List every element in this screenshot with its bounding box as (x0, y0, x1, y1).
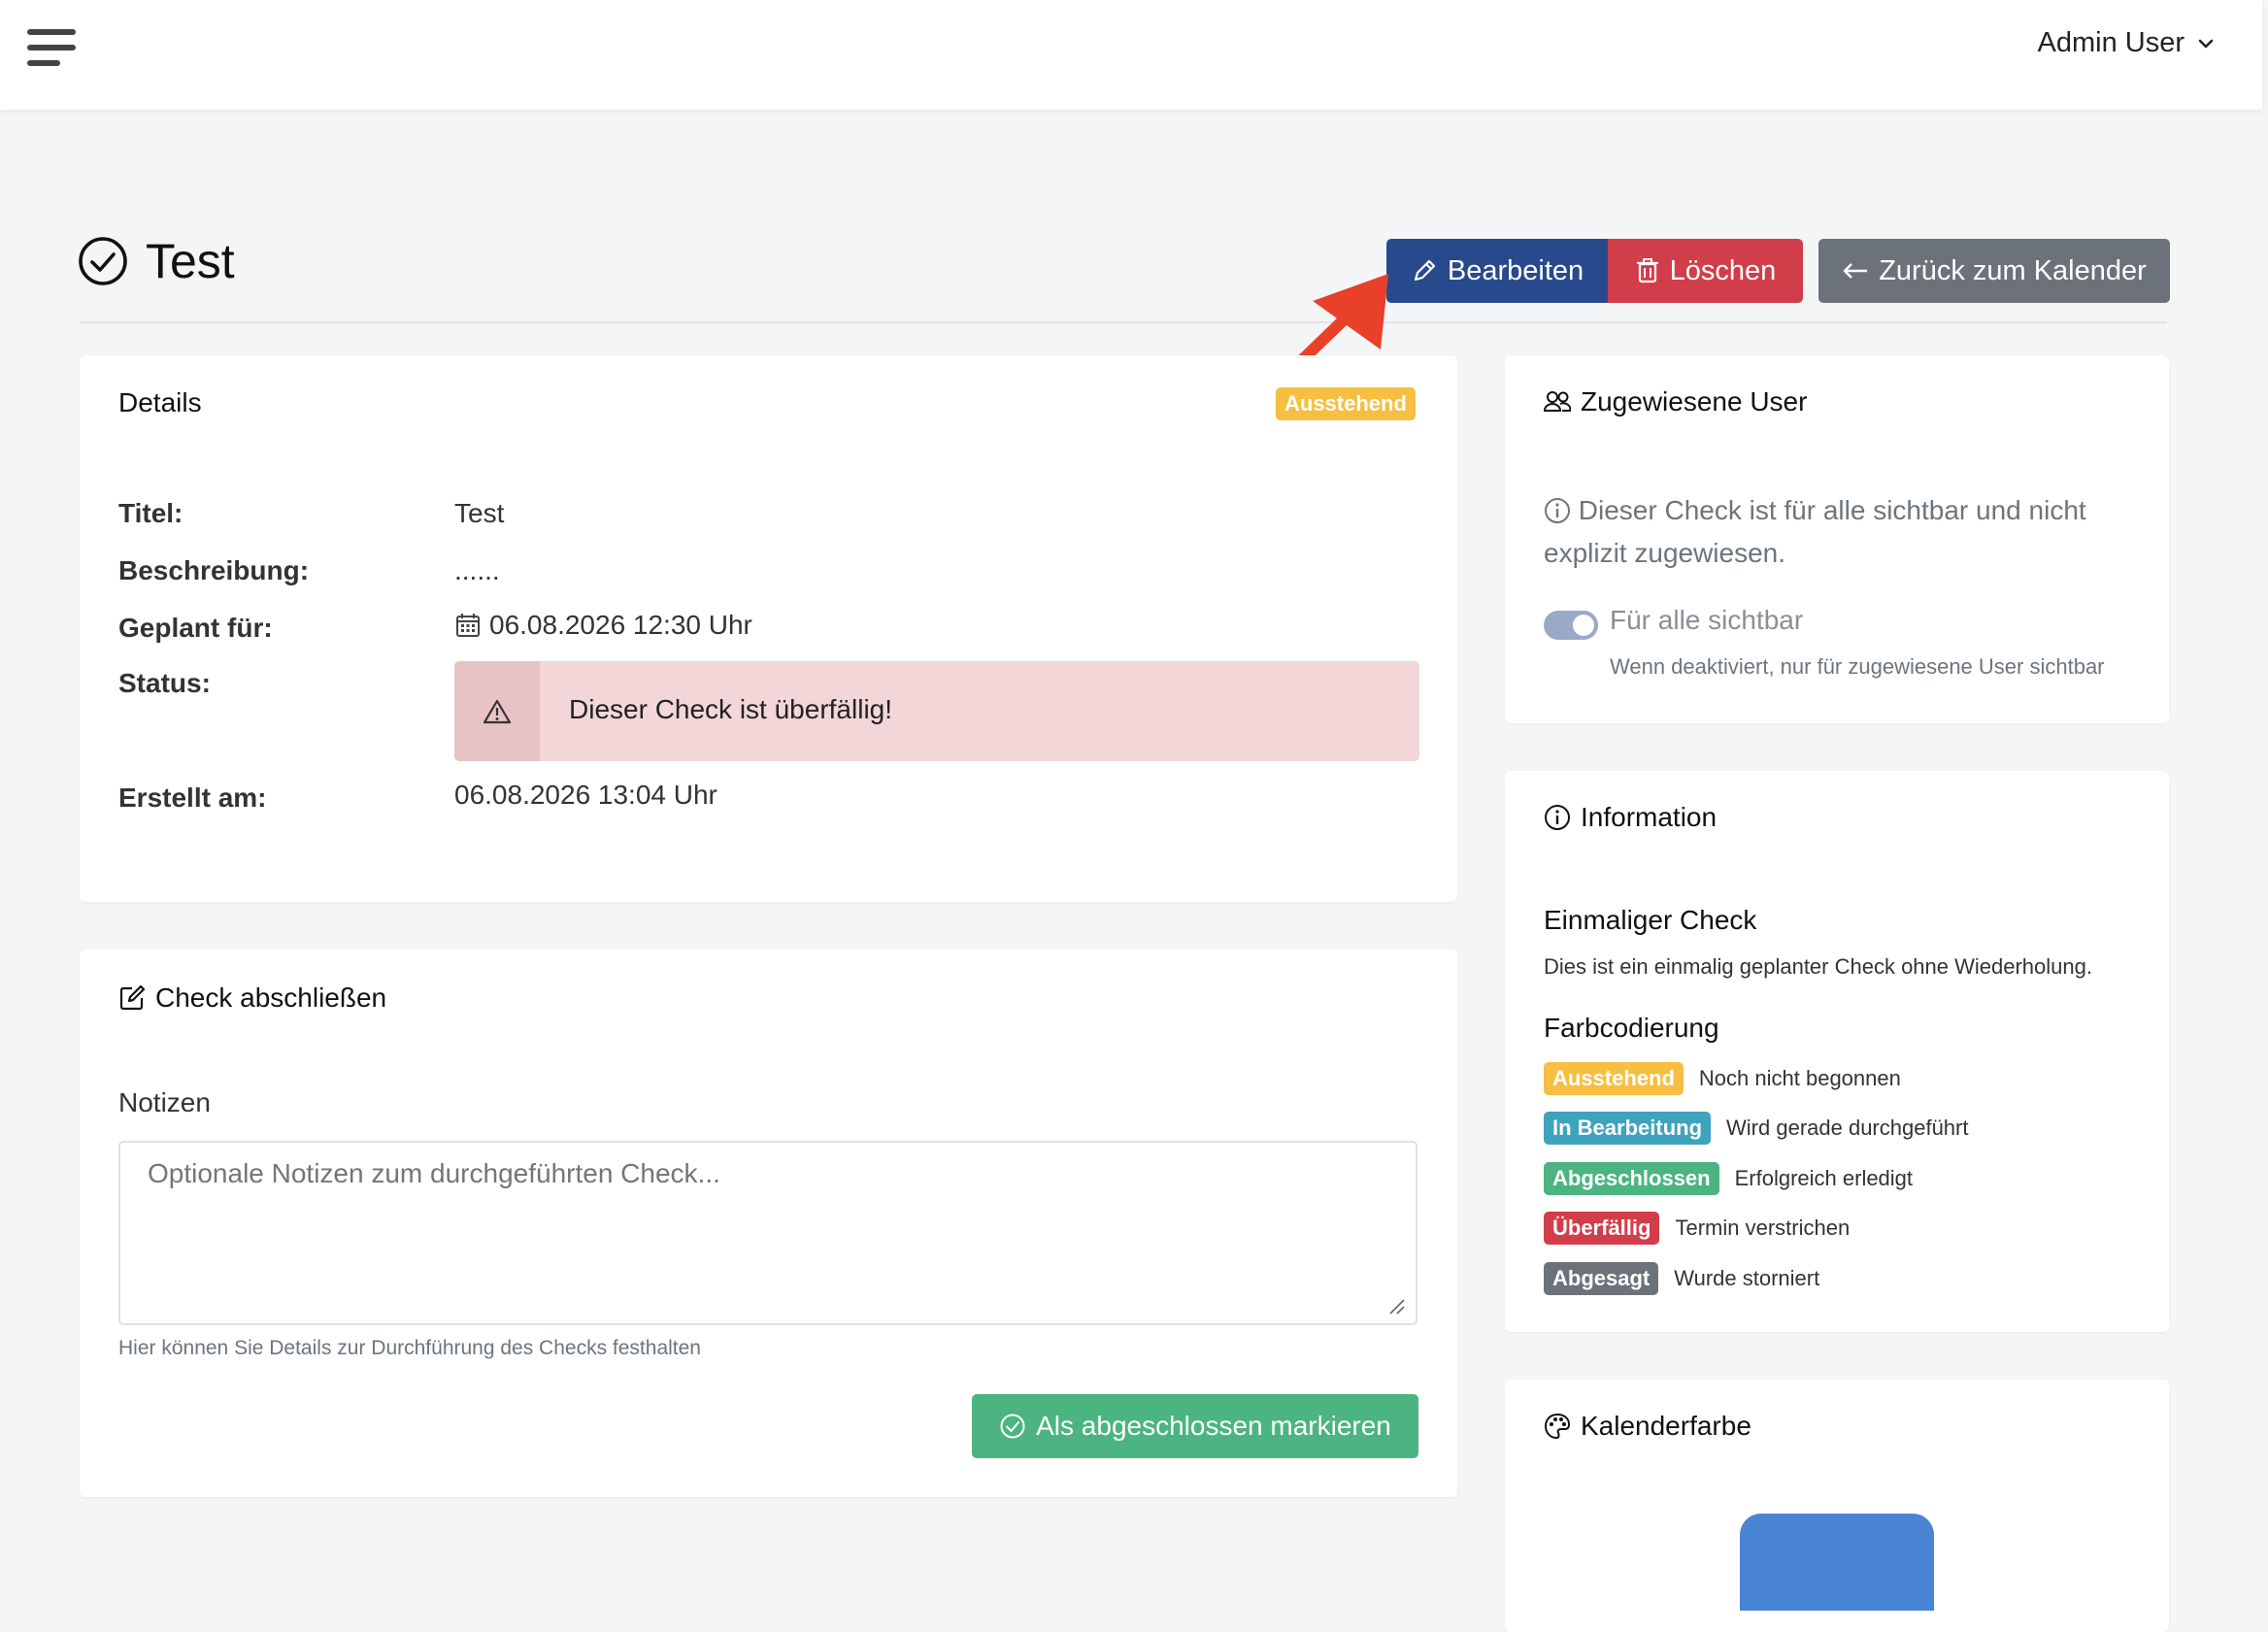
notes-label: Notizen (118, 1087, 211, 1117)
title-label: Titel: (118, 498, 183, 528)
delete-button[interactable]: Löschen (1608, 239, 1803, 303)
back-to-calendar-button[interactable]: Zurück zum Kalender (1818, 239, 2170, 303)
delete-button-label: Löschen (1669, 254, 1777, 286)
edit-square-icon (119, 984, 146, 1011)
edit-button[interactable]: Bearbeiten (1386, 239, 1608, 303)
legend-item: Überfällig Termin verstrichen (1544, 1212, 1850, 1245)
calendar-color-card: Kalenderfarbe (1505, 1380, 2169, 1632)
legend-item: Abgeschlossen Erfolgreich erledigt (1544, 1162, 1913, 1195)
created-value: 06.08.2026 13:04 Uhr (454, 780, 717, 810)
legend-text: Noch nicht begonnen (1698, 1066, 1901, 1090)
assigned-users-card: Zugewiesene User Dieser Check ist für al… (1505, 355, 2169, 723)
complete-heading: Check abschließen (118, 983, 386, 1014)
visible-for-all-toggle[interactable] (1544, 611, 1598, 640)
resize-handle-icon[interactable] (1386, 1296, 1406, 1316)
description-value: ...... (454, 555, 500, 585)
information-card: Information Einmaliger Check Dies ist ei… (1505, 771, 2169, 1332)
assigned-heading: Zugewiesene User (1544, 386, 1807, 417)
info-icon (1545, 805, 1570, 830)
legend-item: Abgesagt Wurde storniert (1544, 1262, 1819, 1295)
complete-check-card: Check abschließen Notizen Hier können Si… (80, 949, 1457, 1497)
title-value: Test (454, 498, 505, 528)
top-navbar: Admin User (0, 0, 2262, 110)
check-type-title: Einmaliger Check (1544, 905, 1757, 935)
edit-button-label: Bearbeiten (1447, 254, 1584, 286)
scheduled-label: Geplant für: (118, 613, 273, 643)
status-label: Status: (118, 668, 211, 698)
users-icon (1544, 391, 1571, 412)
chevron-down-icon (2198, 39, 2214, 48)
page-header: Test (78, 233, 235, 289)
arrow-left-icon (1843, 263, 1868, 279)
legend-text: Erfolgreich erledigt (1734, 1166, 1914, 1190)
trash-icon (1636, 258, 1658, 283)
overdue-alert: Dieser Check ist überfällig! (454, 661, 1419, 761)
scheduled-value: 06.08.2026 12:30 Uhr (454, 610, 752, 641)
warning-icon (454, 661, 540, 761)
pencil-icon (1414, 259, 1435, 282)
notes-help-text: Hier können Sie Details zur Durchführung… (118, 1337, 701, 1359)
assigned-info: Dieser Check ist für alle sichtbar und n… (1544, 489, 2126, 575)
mark-complete-button[interactable]: Als abgeschlossen markieren (972, 1394, 1418, 1458)
toggle-help: Wenn deaktiviert, nur für zugewiesene Us… (1610, 654, 2105, 679)
page-title: Test (146, 234, 235, 288)
title-divider (80, 321, 2167, 323)
user-name: Admin User (2037, 27, 2185, 58)
legend-badge: In Bearbeitung (1544, 1112, 1712, 1145)
user-menu[interactable]: Admin User (2038, 27, 2215, 59)
palette-icon (1544, 1413, 1571, 1440)
status-badge: Ausstehend (1276, 387, 1416, 420)
description-label: Beschreibung: (118, 555, 310, 585)
back-button-label: Zurück zum Kalender (1879, 254, 2147, 286)
legend-badge: Abgeschlossen (1544, 1162, 1719, 1195)
legend-badge: Überfällig (1544, 1212, 1660, 1245)
legend-badge: Abgesagt (1544, 1262, 1659, 1295)
calendar-icon (456, 614, 480, 637)
details-card: Details Ausstehend Titel: Test Beschreib… (80, 355, 1457, 902)
legend-text: Wird gerade durchgeführt (1726, 1116, 1969, 1140)
menu-icon[interactable] (27, 29, 76, 66)
overdue-alert-text: Dieser Check ist überfällig! (569, 694, 893, 724)
calendar-color-swatch[interactable] (1740, 1514, 1934, 1611)
legend-text: Termin verstrichen (1675, 1216, 1851, 1240)
scheduled-value-text: 06.08.2026 12:30 Uhr (489, 610, 752, 640)
legend-badge: Ausstehend (1544, 1062, 1684, 1095)
check-type-desc: Dies ist ein einmalig geplanter Check oh… (1544, 954, 2092, 979)
legend-text: Wurde storniert (1674, 1266, 1820, 1290)
calendar-color-heading: Kalenderfarbe (1544, 1411, 1751, 1442)
legend-title: Farbcodierung (1544, 1013, 1719, 1043)
info-icon (1545, 498, 1570, 523)
check-circle-icon (79, 237, 127, 285)
mark-complete-label: Als abgeschlossen markieren (1036, 1411, 1391, 1441)
information-heading: Information (1544, 802, 1717, 833)
legend-item: Ausstehend Noch nicht begonnen (1544, 1062, 1901, 1095)
details-heading: Details (118, 387, 202, 417)
toggle-label: Für alle sichtbar (1610, 605, 1804, 635)
check-circle-icon (1000, 1414, 1025, 1439)
created-label: Erstellt am: (118, 783, 267, 813)
assigned-info-text: Dieser Check ist für alle sichtbar und n… (1544, 495, 2086, 568)
legend-item: In Bearbeitung Wird gerade durchgeführt (1544, 1112, 1968, 1145)
notes-textarea[interactable] (118, 1141, 1418, 1325)
